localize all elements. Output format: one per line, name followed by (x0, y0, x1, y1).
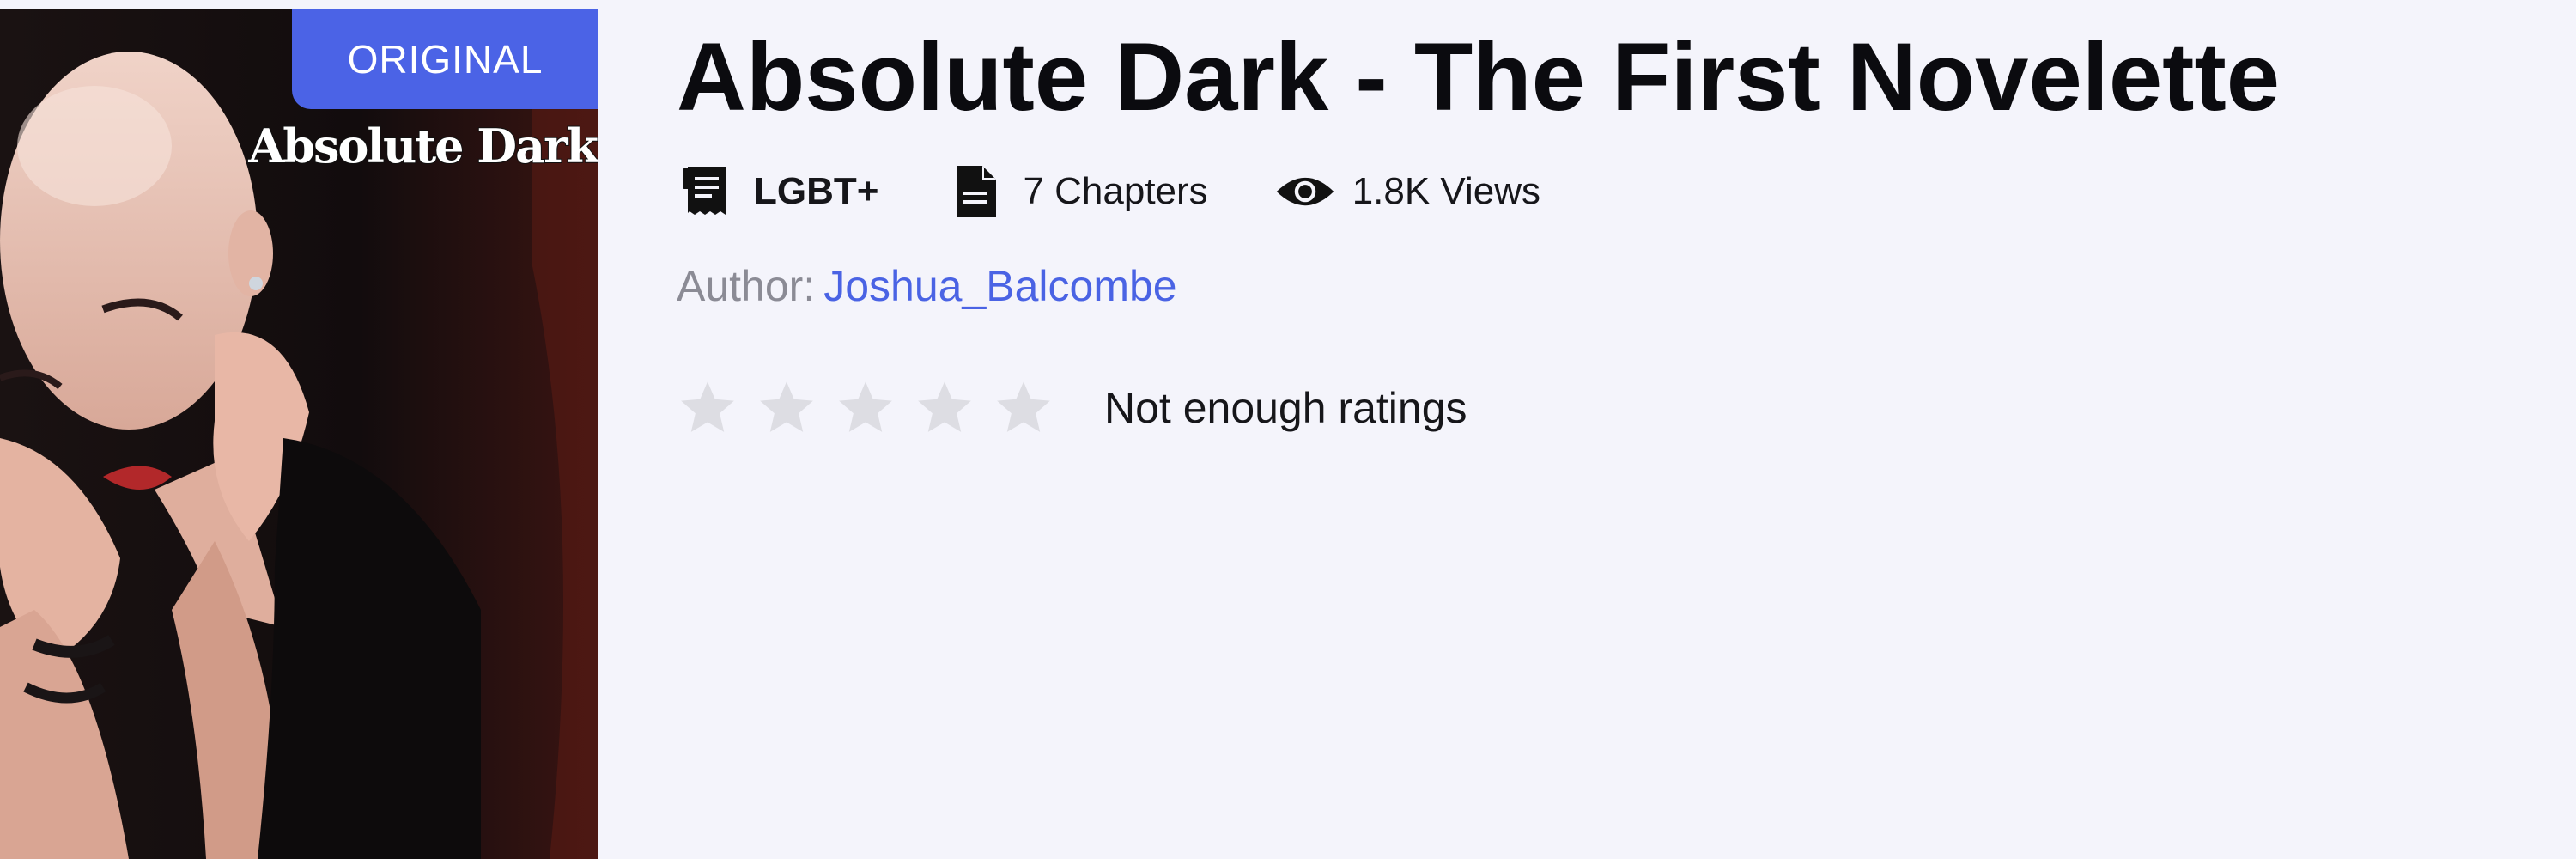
author-line: Author: Joshua_Balcombe (677, 256, 2523, 316)
document-icon (945, 161, 1005, 222)
star-icon[interactable] (914, 377, 975, 439)
star-rating[interactable] (677, 377, 1072, 439)
original-badge: ORIGINAL (292, 9, 598, 109)
views-count: 1.8K Views (1352, 170, 1540, 212)
genre-tag[interactable]: LGBT+ (677, 161, 878, 222)
author-label: Author: (677, 262, 816, 310)
star-icon[interactable] (756, 377, 817, 439)
chapters-info: 7 Chapters (945, 161, 1208, 222)
cover-title: Absolute Dark (247, 118, 598, 174)
book-details: Absolute Dark - The First Novelette LGBT… (677, 17, 2523, 447)
chapters-count: 7 Chapters (1023, 170, 1208, 212)
rating-status: Not enough ratings (1104, 384, 1467, 432)
genre-label: LGBT+ (754, 170, 879, 212)
book-title: Absolute Dark - The First Novelette (677, 23, 2281, 131)
book-meta: LGBT+ 7 Chapters 1.8K Views (677, 153, 2523, 230)
star-icon[interactable] (677, 377, 738, 439)
rating-row: Not enough ratings (677, 369, 2523, 447)
book-cover[interactable]: ORIGINAL Absolute Dark (0, 9, 598, 859)
star-icon[interactable] (993, 377, 1054, 439)
book-detail-page: ORIGINAL Absolute Dark Absolute Dark - T… (0, 0, 2576, 859)
views-info: 1.8K Views (1275, 161, 1540, 222)
star-icon[interactable] (835, 377, 896, 439)
receipt-icon (677, 161, 737, 222)
eye-icon (1275, 161, 1335, 222)
author-link[interactable]: Joshua_Balcombe (823, 262, 1176, 310)
